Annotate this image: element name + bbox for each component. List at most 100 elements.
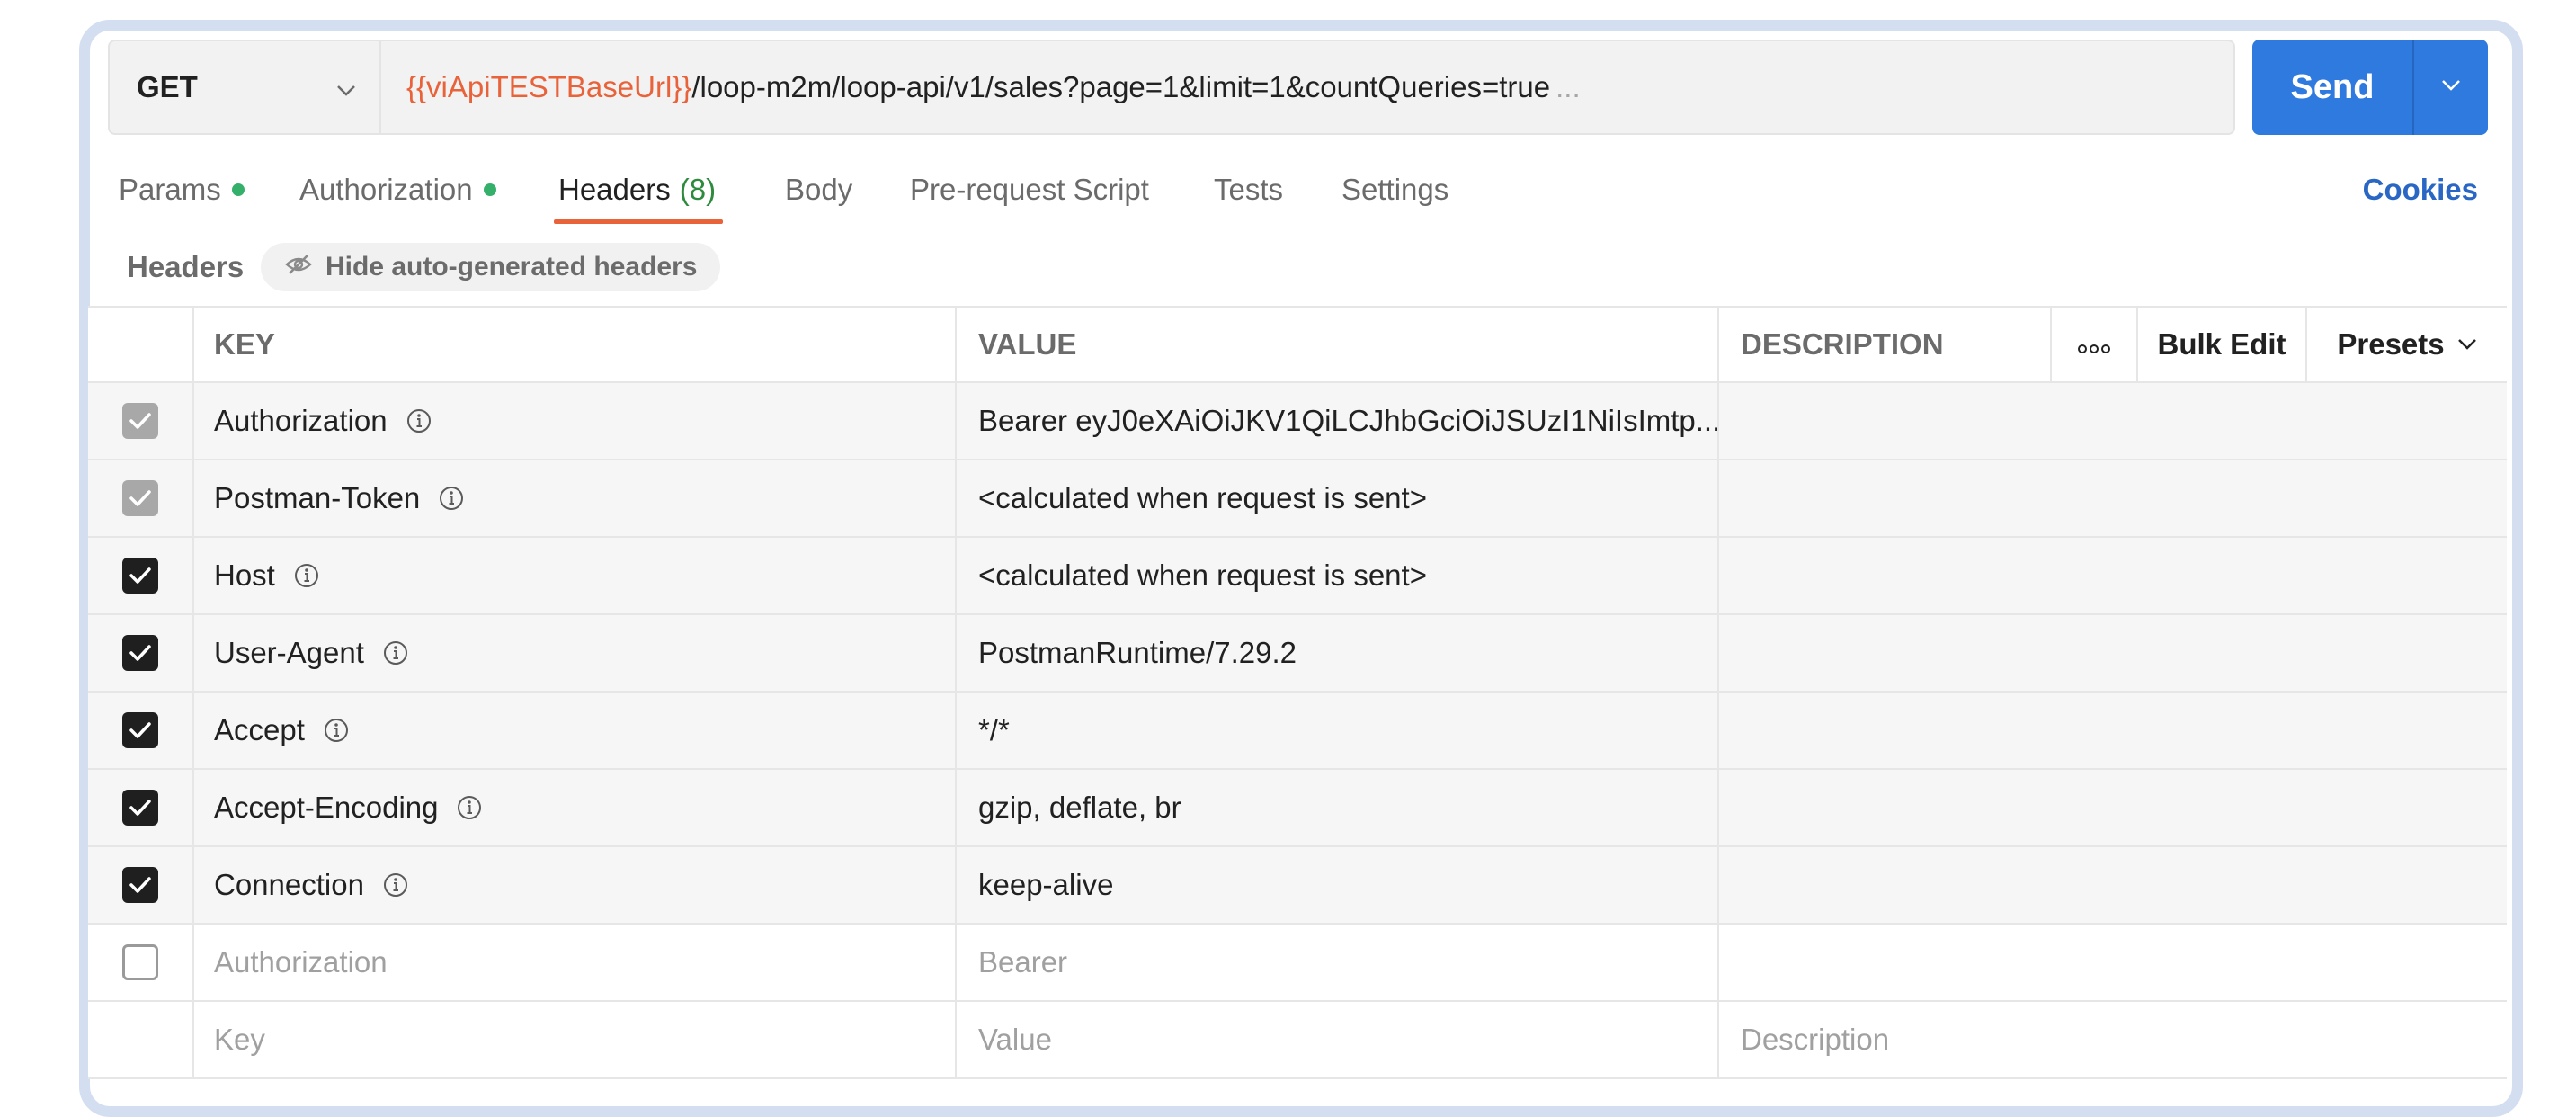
table-row: Accept-Encoding gzip, deflate, br bbox=[88, 770, 2507, 847]
description-cell[interactable] bbox=[1719, 693, 2507, 768]
row-checkbox[interactable] bbox=[122, 403, 158, 439]
send-button-group: Send bbox=[2252, 40, 2488, 135]
key-cell[interactable]: Authorization bbox=[194, 925, 957, 1000]
value-cell[interactable]: <calculated when request is sent> bbox=[957, 538, 1719, 613]
value-cell[interactable]: <calculated when request is sent> bbox=[957, 460, 1719, 536]
description-cell[interactable] bbox=[1719, 460, 2507, 536]
tab-body[interactable]: Body bbox=[785, 173, 852, 207]
tab-headers[interactable]: Headers (8) bbox=[558, 173, 716, 207]
row-checkbox-cell bbox=[88, 538, 194, 613]
description-cell[interactable] bbox=[1719, 847, 2507, 923]
table-row: Connection keep-alive bbox=[88, 847, 2507, 925]
column-key: KEY bbox=[194, 308, 957, 381]
new-key-input[interactable]: Key bbox=[194, 1002, 957, 1077]
value-cell[interactable]: keep-alive bbox=[957, 847, 1719, 923]
chevron-down-icon bbox=[336, 70, 356, 104]
url-bar: GET {{viApiTESTBaseUrl}}/loop-m2m/loop-a… bbox=[108, 40, 2235, 135]
tab-label: Tests bbox=[1214, 173, 1284, 206]
url-path: /loop-m2m/loop-api/v1/sales?page=1&limit… bbox=[691, 70, 1551, 103]
description-cell[interactable] bbox=[1719, 925, 2507, 1000]
info-icon[interactable] bbox=[438, 485, 465, 512]
tab-settings[interactable]: Settings bbox=[1341, 173, 1448, 207]
column-options-button[interactable] bbox=[2052, 308, 2138, 381]
tab-label: Authorization bbox=[299, 173, 473, 206]
row-checkbox-cell bbox=[88, 770, 194, 845]
tab-label: Settings bbox=[1341, 173, 1449, 206]
table-row: Accept */* bbox=[88, 693, 2507, 770]
key-cell[interactable]: Connection bbox=[194, 847, 957, 923]
row-checkbox-cell bbox=[88, 460, 194, 536]
bulk-edit-button[interactable]: Bulk Edit bbox=[2138, 308, 2307, 381]
table-row: User-Agent PostmanRuntime/7.29.2 bbox=[88, 615, 2507, 693]
headers-table: KEY VALUE DESCRIPTION Bulk Edit Presets … bbox=[88, 306, 2507, 1079]
key-cell[interactable]: Host bbox=[194, 538, 957, 613]
method-select[interactable]: GET bbox=[110, 41, 381, 133]
key-cell[interactable]: Authorization bbox=[194, 383, 957, 459]
tab-params[interactable]: Params bbox=[119, 173, 245, 207]
row-checkbox-cell bbox=[88, 847, 194, 923]
checkmark-icon bbox=[129, 721, 152, 739]
header-key: Connection bbox=[214, 868, 364, 901]
key-cell[interactable]: Accept bbox=[194, 693, 957, 768]
key-cell[interactable]: Postman-Token bbox=[194, 460, 957, 536]
table-row: Host <calculated when request is sent> bbox=[88, 538, 2507, 615]
value-cell[interactable]: Bearer bbox=[957, 925, 1719, 1000]
description-cell[interactable] bbox=[1719, 538, 2507, 613]
method-label: GET bbox=[137, 70, 198, 103]
cookies-link[interactable]: Cookies bbox=[2363, 173, 2478, 207]
header-checkbox-column bbox=[88, 308, 194, 381]
header-key: Accept-Encoding bbox=[214, 791, 439, 824]
headers-section-label: Headers bbox=[127, 250, 245, 283]
row-checkbox-cell bbox=[88, 693, 194, 768]
header-key: Host bbox=[214, 558, 275, 592]
description-cell[interactable] bbox=[1719, 615, 2507, 691]
tab-label: Body bbox=[785, 173, 853, 206]
row-checkbox[interactable] bbox=[122, 480, 158, 516]
description-cell[interactable] bbox=[1719, 770, 2507, 845]
row-checkbox[interactable] bbox=[122, 558, 158, 594]
info-icon[interactable] bbox=[406, 407, 432, 434]
eye-slash-icon bbox=[284, 252, 325, 282]
table-header-row: KEY VALUE DESCRIPTION Bulk Edit Presets bbox=[88, 306, 2507, 383]
header-key: User-Agent bbox=[214, 636, 364, 669]
row-checkbox[interactable] bbox=[122, 867, 158, 903]
checkmark-icon bbox=[129, 799, 152, 817]
row-checkbox[interactable] bbox=[122, 944, 158, 980]
row-checkbox-cell bbox=[88, 925, 194, 1000]
tab-pre-request-script[interactable]: Pre-request Script bbox=[910, 173, 1149, 207]
checkmark-icon bbox=[129, 567, 152, 585]
table-row: Authorization Bearer eyJ0eXAiOiJKV1QiLCJh… bbox=[88, 383, 2507, 460]
tab-tests[interactable]: Tests bbox=[1214, 173, 1283, 207]
info-icon[interactable] bbox=[382, 871, 409, 898]
presets-dropdown[interactable]: Presets bbox=[2307, 308, 2507, 381]
send-button[interactable]: Send bbox=[2252, 40, 2414, 135]
description-cell[interactable] bbox=[1719, 383, 2507, 459]
hide-auto-label: Hide auto-generated headers bbox=[325, 252, 698, 281]
value-cell[interactable]: gzip, deflate, br bbox=[957, 770, 1719, 845]
value-cell[interactable]: */* bbox=[957, 693, 1719, 768]
info-icon[interactable] bbox=[323, 717, 350, 744]
tab-label: Headers bbox=[558, 173, 671, 206]
value-cell[interactable]: PostmanRuntime/7.29.2 bbox=[957, 615, 1719, 691]
status-dot bbox=[483, 183, 496, 196]
info-icon[interactable] bbox=[293, 562, 320, 589]
value-cell[interactable]: Bearer eyJ0eXAiOiJKV1QiLCJhbGciOiJSUzI1N… bbox=[957, 383, 1719, 459]
row-checkbox[interactable] bbox=[122, 790, 158, 826]
url-input[interactable]: {{viApiTESTBaseUrl}}/loop-m2m/loop-api/v… bbox=[381, 70, 1581, 104]
key-cell[interactable]: Accept-Encoding bbox=[194, 770, 957, 845]
key-cell[interactable]: User-Agent bbox=[194, 615, 957, 691]
checkmark-icon bbox=[129, 412, 152, 430]
info-icon[interactable] bbox=[456, 794, 483, 821]
column-value: VALUE bbox=[957, 308, 1719, 381]
row-checkbox[interactable] bbox=[122, 635, 158, 671]
new-header-row: Key Value Description bbox=[88, 1002, 2507, 1079]
row-checkbox-cell bbox=[88, 615, 194, 691]
header-key: Postman-Token bbox=[214, 481, 421, 514]
new-value-input[interactable]: Value bbox=[957, 1002, 1719, 1077]
hide-auto-generated-headers-button[interactable]: Hide auto-generated headers bbox=[261, 243, 721, 291]
info-icon[interactable] bbox=[382, 639, 409, 666]
tab-authorization[interactable]: Authorization bbox=[299, 173, 496, 207]
new-description-input[interactable]: Description bbox=[1719, 1002, 2507, 1077]
send-options-button[interactable] bbox=[2414, 40, 2488, 135]
row-checkbox[interactable] bbox=[122, 712, 158, 748]
